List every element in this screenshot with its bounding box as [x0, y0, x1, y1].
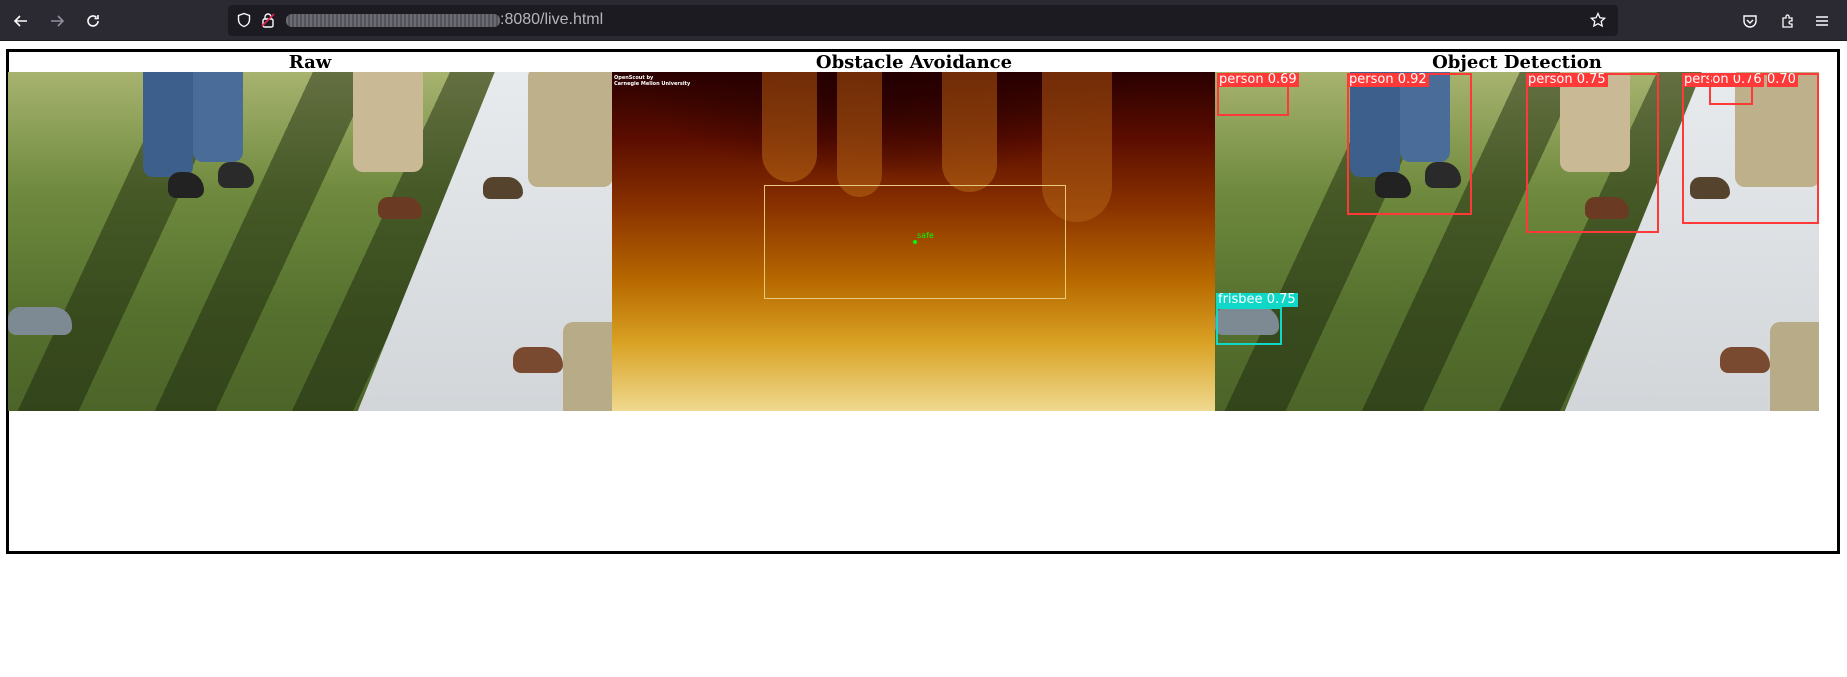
detection-box-person-1: person 0.69 — [1217, 73, 1299, 116]
detection-label: 0.70 — [1767, 72, 1798, 87]
menu-icon — [1816, 16, 1828, 26]
extensions-button[interactable] — [1774, 7, 1802, 35]
url-host-redacted — [286, 14, 500, 27]
object-detection-title: Object Detection — [1432, 52, 1602, 73]
target-point — [913, 240, 917, 244]
url-text[interactable]: :8080/live.html — [500, 11, 603, 29]
reload-icon — [87, 15, 99, 27]
browser-toolbar: :8080/live.html — [0, 0, 1847, 41]
extensions-icon — [1782, 14, 1793, 28]
detection-box-person-5: 0.70 — [1709, 73, 1798, 105]
pocket-button[interactable] — [1736, 7, 1764, 35]
forward-button[interactable] — [43, 7, 71, 35]
raw-camera-image — [8, 72, 612, 411]
lock-icon[interactable] — [260, 12, 276, 28]
menu-button[interactable] — [1808, 7, 1836, 35]
detection-box-person-3: person 0.75 — [1526, 73, 1659, 233]
object-detection-image: person 0.69 person 0.92 person 0.75 pers… — [1215, 72, 1819, 411]
depth-map-image: OpenScout by Carnegie Mellon University … — [612, 72, 1216, 411]
back-icon — [13, 15, 27, 27]
reload-button[interactable] — [79, 7, 107, 35]
openscout-credit: OpenScout by Carnegie Mellon University — [614, 75, 691, 87]
detection-box-person-2: person 0.92 — [1347, 73, 1472, 215]
detection-label: person 0.75 — [1526, 72, 1608, 87]
back-button[interactable] — [7, 7, 35, 35]
pocket-icon — [1743, 15, 1757, 28]
detection-box-frisbee: frisbee 0.75 — [1216, 293, 1298, 345]
obstacle-avoidance-title: Obstacle Avoidance — [815, 52, 1013, 73]
star-icon[interactable] — [1590, 12, 1606, 28]
detection-label: person 0.92 — [1347, 72, 1429, 87]
detection-label: frisbee 0.75 — [1216, 292, 1298, 307]
detection-label: person 0.69 — [1217, 72, 1299, 87]
forward-icon — [51, 15, 65, 27]
safety-status-label: safe — [917, 231, 934, 240]
url-bar[interactable]: :8080/live.html — [228, 5, 1618, 36]
raw-title: Raw — [288, 52, 332, 73]
shield-icon[interactable] — [236, 12, 252, 28]
